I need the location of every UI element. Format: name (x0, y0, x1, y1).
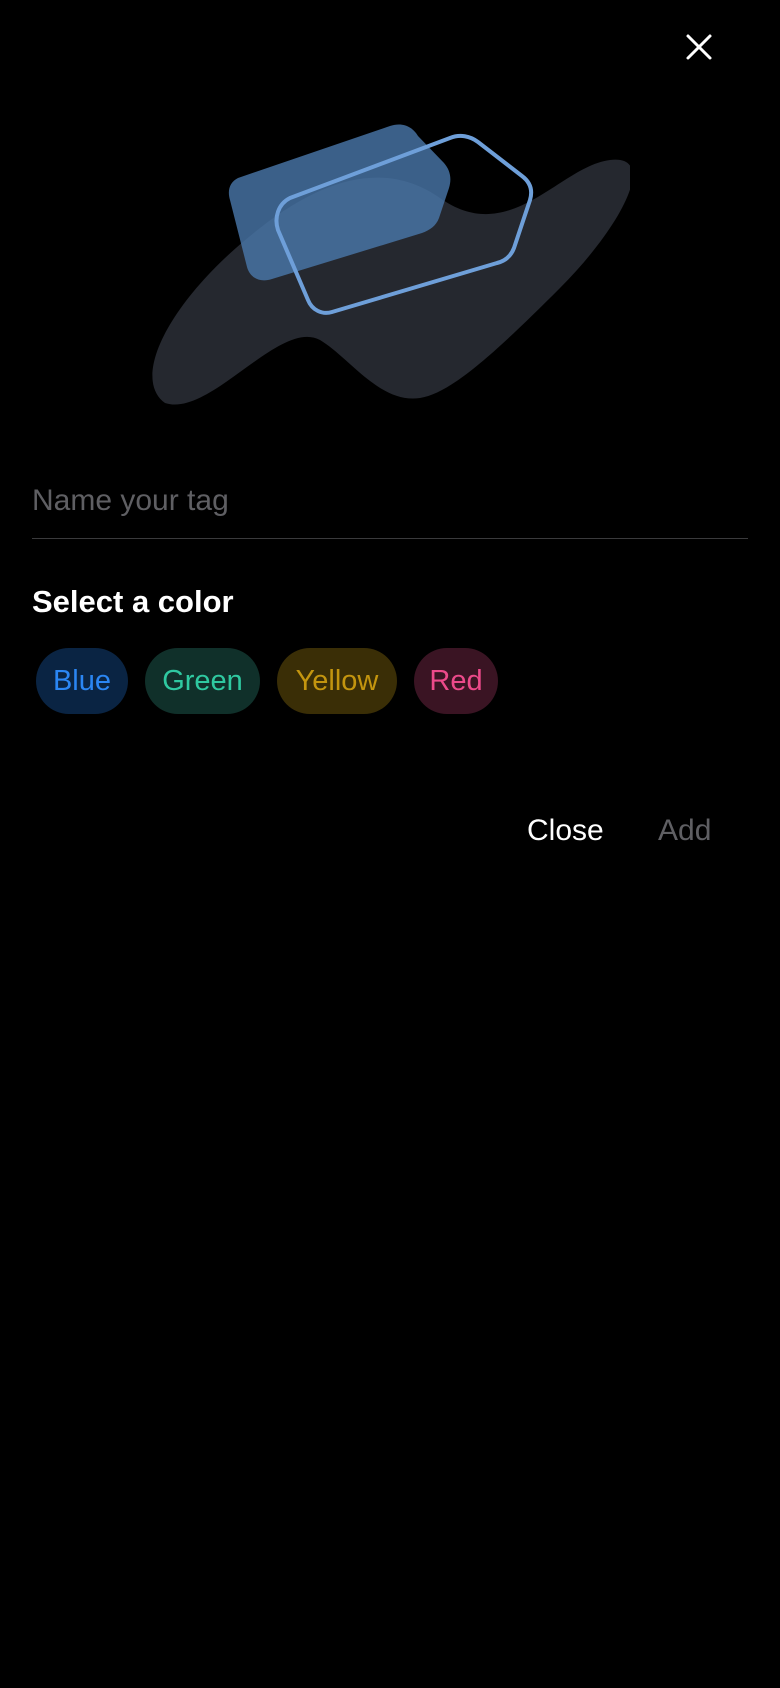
add-button[interactable]: Add (658, 814, 711, 854)
color-chip-green[interactable]: Green (145, 648, 260, 714)
tag-name-input[interactable] (32, 474, 748, 528)
close-icon[interactable] (680, 28, 718, 66)
color-chip-blue[interactable]: Blue (36, 648, 128, 714)
tag-illustration (150, 118, 630, 408)
tag-name-field[interactable] (32, 474, 748, 539)
color-options: Blue Green Yellow Red (36, 648, 498, 714)
color-chip-yellow[interactable]: Yellow (277, 648, 397, 714)
close-button[interactable]: Close (527, 814, 604, 854)
color-chip-red[interactable]: Red (414, 648, 498, 714)
select-color-heading: Select a color (32, 584, 234, 619)
